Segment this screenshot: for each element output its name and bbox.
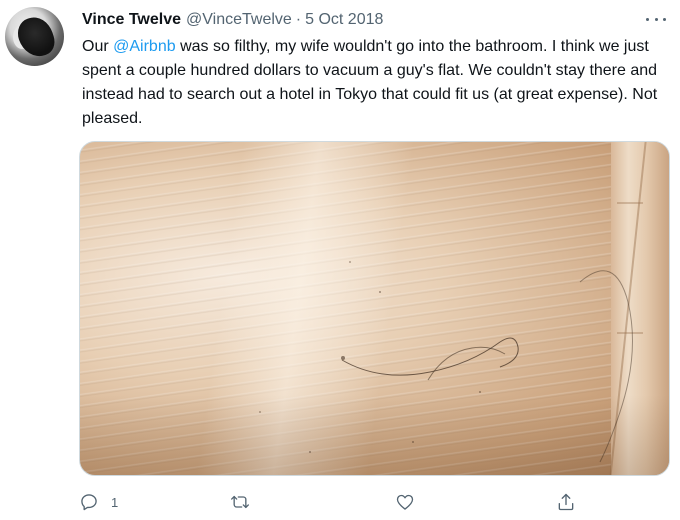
reply-button[interactable]: 1 [79, 487, 118, 517]
author-handle[interactable]: @VinceTwelve [186, 11, 292, 29]
header-separator: · [295, 11, 302, 28]
heart-icon [396, 494, 414, 510]
reply-icon [81, 494, 97, 511]
author-avatar[interactable] [5, 7, 64, 66]
more-dot [663, 17, 666, 21]
avatar-hair [13, 12, 59, 62]
more-dot [654, 17, 658, 21]
airbnb-mention-link[interactable]: @Airbnb [113, 38, 176, 55]
tweet-header: Vince Twelve @VinceTwelve · 5 Oct 2018 [82, 11, 383, 31]
tweet-text-before: Our [82, 38, 114, 55]
tweet-date[interactable]: 5 Oct 2018 [305, 11, 383, 29]
share-icon [558, 493, 574, 511]
author-name[interactable]: Vince Twelve [82, 11, 181, 29]
retweet-button[interactable] [230, 487, 250, 517]
share-button[interactable] [556, 487, 576, 517]
like-button[interactable] [395, 487, 415, 517]
more-options-icon[interactable] [646, 12, 666, 26]
tweet-text: Our @Airbnb was so filthy, my wife would… [82, 35, 672, 131]
more-dot [646, 17, 649, 21]
tweet-actions: 1 [79, 487, 575, 517]
reply-count: 1 [111, 494, 119, 510]
photo-hair-strands [259, 261, 633, 463]
tweet-photo[interactable] [79, 141, 670, 476]
retweet-icon [231, 495, 249, 509]
